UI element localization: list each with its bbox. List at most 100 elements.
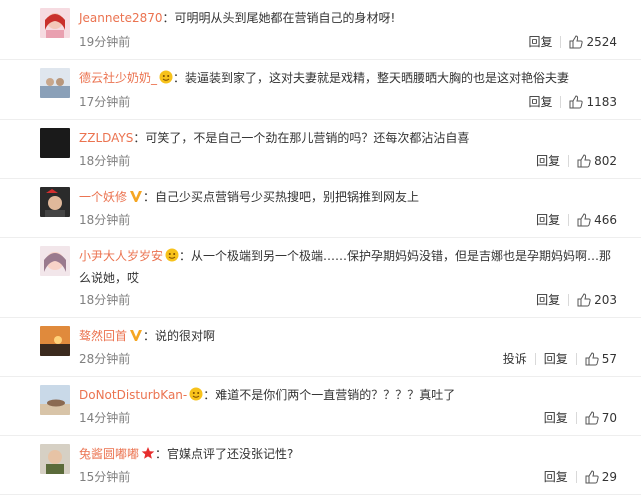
comment-time: 19分钟前 (79, 35, 131, 49)
comment-content: 官媒点评了还没张记性? (167, 447, 294, 461)
like-count: 802 (594, 153, 617, 168)
like-button[interactable]: 57 (585, 352, 617, 366)
comment-username[interactable]: 骜然回首 (79, 329, 127, 343)
comment-time: 14分钟前 (79, 411, 131, 425)
like-count: 203 (594, 292, 617, 307)
emoji-badge-icon (165, 248, 179, 268)
action-divider (575, 470, 577, 483)
emoji-badge-icon (189, 387, 203, 407)
reply-button[interactable]: 回复 (544, 468, 568, 485)
comment-username[interactable]: 德云社少奶奶_ (79, 71, 157, 85)
comment-item: ZZLDAYS：可笑了，不是自己一个劲在那儿营销的吗？还每次都沾沾自喜 18分钟… (0, 120, 641, 179)
like-button[interactable]: 70 (585, 411, 617, 425)
action-divider (568, 154, 570, 167)
thumbs-up-icon (585, 469, 599, 483)
comment-text-line: ZZLDAYS：可笑了，不是自己一个劲在那儿营销的吗？还每次都沾沾自喜 (79, 131, 470, 145)
comment-text-line: DoNotDisturbKan- ：难道不是你们两个一直营销的？？？？真吐了 (79, 385, 621, 407)
action-divider (575, 411, 577, 424)
user-avatar[interactable] (40, 444, 70, 474)
like-button[interactable]: 802 (577, 154, 617, 168)
reply-button[interactable]: 回复 (536, 211, 560, 228)
user-avatar[interactable] (40, 8, 70, 38)
comment-text-line: Jeannete2870：可明明从头到尾她都在营销自己的身材呀! (79, 11, 396, 25)
comment-item: 一个妖修 ：自己少买点营销号少买热搜吧，别把锅推到网友上 18分钟前 回复 466 (0, 179, 641, 238)
comment-content: 可明明从头到尾她都在营销自己的身材呀! (174, 11, 396, 25)
comment-actions: 投诉 回复 57 (503, 350, 617, 367)
like-count: 57 (601, 351, 617, 366)
comment-username[interactable]: 小尹大人岁岁安 (79, 249, 163, 263)
comment-username[interactable]: 一个妖修 (79, 190, 127, 204)
comment-text-line: 一个妖修 ：自己少买点营销号少买热搜吧，别把锅推到网友上 (79, 187, 621, 209)
comment-actions: 回复 466 (536, 211, 617, 228)
thumbs-up-icon (569, 34, 584, 48)
like-button[interactable]: 29 (585, 470, 617, 484)
action-divider (534, 352, 536, 365)
like-count: 466 (594, 212, 617, 227)
thumbs-up-icon (569, 94, 584, 108)
comment-content: 说的很对啊 (155, 329, 216, 343)
action-divider (575, 352, 577, 365)
user-avatar[interactable] (40, 246, 70, 276)
comment-time: 18分钟前 (79, 213, 131, 227)
action-divider (568, 293, 570, 306)
action-divider (560, 35, 562, 48)
comment-list: Jeannete2870：可明明从头到尾她都在营销自己的身材呀! 19分钟前 回… (0, 0, 641, 495)
like-button[interactable]: 466 (577, 213, 617, 227)
action-divider (560, 95, 562, 108)
like-count: 2524 (586, 34, 617, 49)
thumbs-up-icon (577, 153, 591, 167)
thumbs-up-icon (585, 351, 599, 365)
user-avatar[interactable] (40, 385, 70, 415)
comment-text-line: 兔酱圆嘟嘟 ：官媒点评了还没张记性? (79, 444, 621, 466)
reply-button[interactable]: 回复 (544, 350, 568, 367)
comment-content: 自己少买点营销号少买热搜吧，别把锅推到网友上 (155, 190, 420, 204)
comment-content: 难道不是你们两个一直营销的？？？？真吐了 (215, 388, 456, 402)
reply-button[interactable]: 回复 (536, 152, 560, 169)
verified-v-icon (129, 189, 143, 209)
user-avatar[interactable] (40, 68, 70, 98)
comment-text-line: 德云社少奶奶_ ：装逼装到家了，这对夫妻就是戏精，整天晒腰晒大胸的也是这对艳俗夫妻 (79, 68, 621, 90)
like-button[interactable]: 1183 (569, 95, 617, 109)
comment-username[interactable]: ZZLDAYS (79, 131, 133, 145)
comment-item: 兔酱圆嘟嘟 ：官媒点评了还没张记性? 15分钟前 回复 29 (0, 436, 641, 495)
like-count: 29 (601, 469, 617, 484)
comment-item: 德云社少奶奶_ ：装逼装到家了，这对夫妻就是戏精，整天晒腰晒大胸的也是这对艳俗夫妻… (0, 60, 641, 120)
report-button[interactable]: 投诉 (503, 350, 527, 367)
reply-button[interactable]: 回复 (528, 93, 552, 110)
reply-button[interactable]: 回复 (528, 33, 552, 50)
like-button[interactable]: 2524 (569, 35, 617, 49)
comment-actions: 回复 70 (544, 409, 617, 426)
comment-content: 装逼装到家了，这对夫妻就是戏精，整天晒腰晒大胸的也是这对艳俗夫妻 (185, 71, 570, 85)
comment-actions: 回复 802 (536, 152, 617, 169)
comment-username[interactable]: 兔酱圆嘟嘟 (79, 447, 139, 461)
like-button[interactable]: 203 (577, 293, 617, 307)
comment-time: 18分钟前 (79, 154, 131, 168)
comment-item: DoNotDisturbKan- ：难道不是你们两个一直营销的？？？？真吐了 14… (0, 377, 641, 436)
thumbs-up-icon (577, 292, 591, 306)
comment-username[interactable]: Jeannete2870 (79, 11, 163, 25)
like-count: 1183 (586, 94, 617, 109)
user-avatar[interactable] (40, 128, 70, 158)
comment-content: 可笑了，不是自己一个劲在那儿营销的吗？还每次都沾沾自喜 (145, 131, 470, 145)
comment-time: 17分钟前 (79, 95, 131, 109)
verified-v-icon (129, 328, 143, 348)
reply-button[interactable]: 回复 (544, 409, 568, 426)
thumbs-up-icon (577, 212, 591, 226)
comment-actions: 回复 2524 (528, 33, 617, 50)
comment-item: 小尹大人岁岁安 ：从一个极端到另一个极端……保护孕期妈妈没错，但是吉娜也是孕期妈妈… (0, 238, 641, 318)
like-count: 70 (601, 410, 617, 425)
action-divider (568, 213, 570, 226)
comment-username[interactable]: DoNotDisturbKan- (79, 388, 187, 402)
emoji-badge-icon (159, 70, 173, 90)
comment-actions: 回复 29 (544, 468, 617, 485)
comment-actions: 回复 1183 (528, 93, 617, 110)
comment-time: 15分钟前 (79, 470, 131, 484)
user-avatar[interactable] (40, 187, 70, 217)
user-avatar[interactable] (40, 326, 70, 356)
comment-text-line: 骜然回首 ：说的很对啊 (79, 326, 621, 348)
reply-button[interactable]: 回复 (536, 291, 560, 308)
comment-item: Jeannete2870：可明明从头到尾她都在营销自己的身材呀! 19分钟前 回… (0, 0, 641, 60)
comment-item: 骜然回首 ：说的很对啊 28分钟前 投诉 回复 57 (0, 318, 641, 377)
star-badge-icon (141, 446, 155, 466)
comment-time: 28分钟前 (79, 352, 131, 366)
